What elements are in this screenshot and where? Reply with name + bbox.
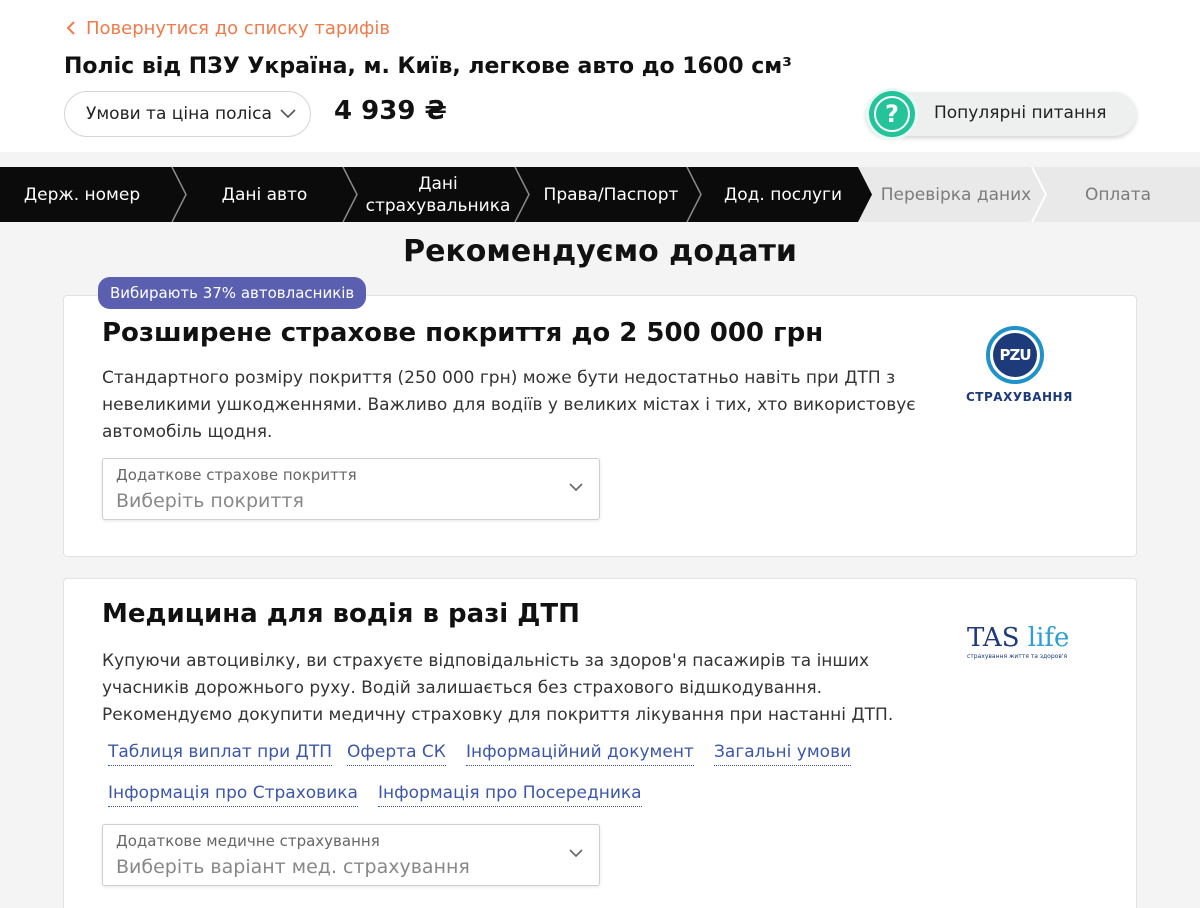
conditions-button[interactable]: Умови та ціна поліса: [64, 91, 311, 137]
step-license-passport[interactable]: Права/Паспорт: [529, 167, 693, 222]
popularity-badge: Вибирають 37% автовласників: [98, 277, 367, 309]
faq-button-label: Популярні питання: [934, 103, 1107, 123]
medical-select-value: Виберіть варіант мед. страхування: [116, 856, 470, 878]
section-heading: Рекомендуємо додати: [403, 234, 797, 269]
page-title: Поліс від ПЗУ Україна, м. Київ, легкове …: [64, 54, 792, 79]
link-info-document[interactable]: Інформаційний документ: [466, 742, 694, 766]
step-data-check: Перевірка даних: [880, 184, 1032, 205]
conditions-button-label: Умови та ціна поліса: [86, 104, 272, 124]
question-icon: ?: [866, 88, 918, 140]
faq-button[interactable]: ? Популярні питання: [866, 88, 1136, 140]
step-plate-number[interactable]: Держ. номер: [0, 167, 164, 222]
coverage-description: Стандартного розміру покриття (250 000 г…: [102, 368, 916, 442]
step-payment: Оплата: [1084, 184, 1152, 205]
medical-card: Медицина для водія в разі ДТП Купуючи ав…: [63, 578, 1137, 908]
tas-life-logo: TAS life страхування життя та здоров'я: [967, 623, 1070, 660]
top-bar: Повернутися до списку тарифів Поліс від …: [0, 0, 1200, 152]
coverage-card: Розширене страхове покриття до 2 500 000…: [63, 295, 1137, 557]
back-link[interactable]: Повернутися до списку тарифів: [64, 16, 390, 40]
pzu-logo: PZU СТРАХУВАННЯ: [966, 326, 1072, 406]
coverage-select[interactable]: Додаткове страхове покриття Виберіть пок…: [102, 458, 600, 520]
link-insurer-info[interactable]: Інформація про Страховика: [108, 783, 358, 807]
medical-title: Медицина для водія в разі ДТП: [102, 599, 580, 629]
medical-description: Купуючи автоцивілку, ви страхуєте відпов…: [102, 651, 894, 725]
coverage-title: Розширене страхове покриття до 2 500 000…: [102, 318, 824, 348]
link-offer[interactable]: Оферта СК: [347, 742, 446, 766]
chevron-down-icon: [569, 849, 583, 858]
step-car-data[interactable]: Дані авто: [186, 167, 343, 222]
chevron-down-icon: [280, 109, 296, 119]
chevron-left-icon: [66, 21, 75, 35]
medical-select[interactable]: Додаткове медичне страхування Виберіть в…: [102, 824, 600, 886]
coverage-select-value: Виберіть покриття: [116, 490, 304, 512]
step-insurer-data[interactable]: Дані страхувальника: [365, 167, 511, 222]
link-intermediary-info[interactable]: Інформація про Посередника: [378, 783, 642, 807]
chevron-down-icon: [569, 483, 583, 492]
medical-select-label: Додаткове медичне страхування: [116, 832, 380, 850]
back-link-label: Повернутися до списку тарифів: [86, 17, 391, 39]
link-general-terms[interactable]: Загальні умови: [714, 742, 852, 766]
coverage-select-label: Додаткове страхове покриття: [116, 466, 357, 484]
link-payment-table[interactable]: Таблиця виплат при ДТП: [108, 742, 332, 766]
policy-price: 4 939 ₴: [334, 96, 447, 126]
progress-steps: Держ. номер Дані авто Дані страхувальник…: [0, 167, 1200, 222]
step-extra-services[interactable]: Дод. послуги: [701, 167, 865, 222]
